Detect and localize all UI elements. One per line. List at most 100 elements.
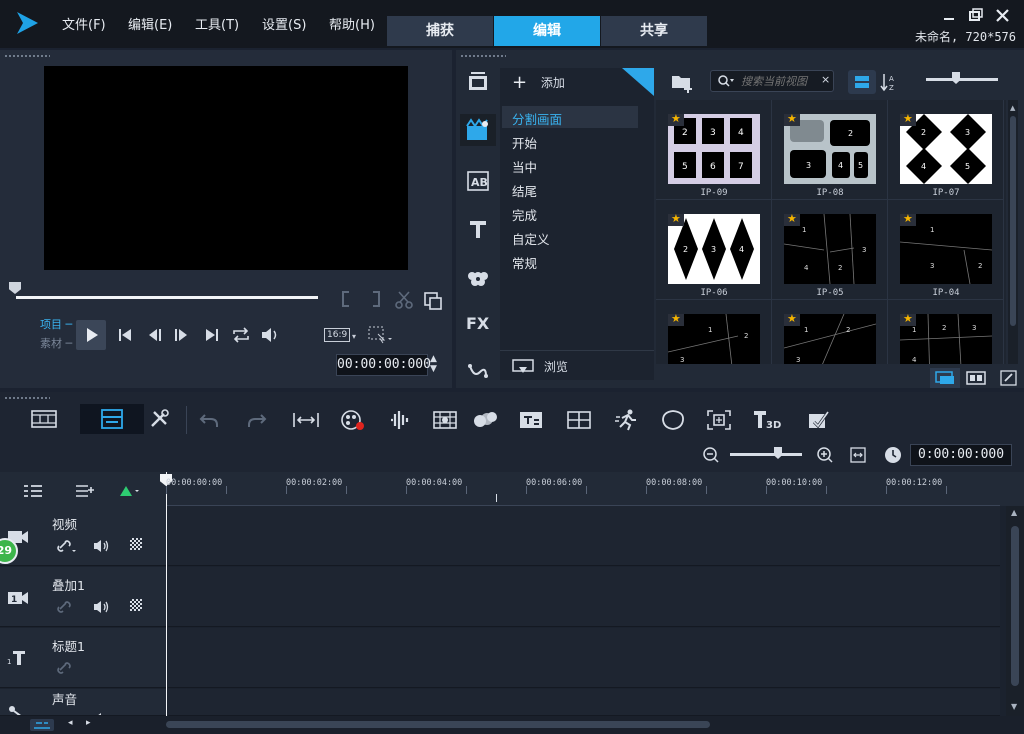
- media-category-button[interactable]: [466, 70, 490, 92]
- track-header-video[interactable]: 视频: [0, 506, 166, 566]
- category-item[interactable]: 自定义: [512, 229, 550, 248]
- browse-button[interactable]: 浏览: [512, 358, 568, 375]
- timeline-mode-icon[interactable]: [30, 719, 54, 731]
- transparency-icon[interactable]: [130, 599, 142, 611]
- link-icon[interactable]: [56, 660, 72, 676]
- thumbnail-size-slider[interactable]: [926, 78, 998, 81]
- pan-zoom-button[interactable]: [706, 408, 732, 432]
- search-input[interactable]: [741, 73, 819, 89]
- auto-music-button[interactable]: [432, 408, 458, 432]
- tab-edit[interactable]: 编辑: [494, 16, 600, 46]
- motion-tracking-button[interactable]: [472, 408, 498, 432]
- filter-fx-category-button[interactable]: FX: [466, 314, 489, 333]
- storyboard-view-button[interactable]: [30, 408, 58, 430]
- category-item[interactable]: 开始: [512, 133, 537, 152]
- thumbnail-item[interactable]: 1 2 3 4: [888, 300, 1004, 364]
- enlarge-preview-icon[interactable]: [424, 292, 442, 310]
- timeline-vertical-scrollbar[interactable]: ▲ ▼: [1006, 506, 1024, 716]
- record-capture-button[interactable]: [340, 408, 366, 432]
- track-header-voice[interactable]: 声音: [0, 689, 166, 716]
- track-manager-button[interactable]: [22, 484, 44, 498]
- fit-project-button[interactable]: [292, 410, 320, 430]
- zoom-out-button[interactable]: [702, 446, 720, 464]
- timecode-spinner[interactable]: ▲ ▼: [430, 354, 437, 374]
- instant-project-category-button[interactable]: [460, 114, 496, 146]
- thumbnail-item[interactable]: 2 3 4 5 IP-08: [772, 100, 888, 200]
- title-category-button[interactable]: [466, 218, 490, 240]
- track-mute-icon[interactable]: [92, 599, 110, 615]
- repeat-button[interactable]: [231, 326, 251, 344]
- graphics-category-button[interactable]: [466, 266, 490, 288]
- category-item[interactable]: 分割画面: [512, 109, 562, 128]
- aspect-ratio-button[interactable]: 16:9: [324, 328, 351, 342]
- tab-share[interactable]: 共享: [601, 16, 707, 46]
- undo-button[interactable]: [198, 410, 220, 430]
- speed-button[interactable]: [614, 408, 640, 432]
- fit-timeline-button[interactable]: [850, 447, 866, 463]
- category-item[interactable]: 结尾: [512, 181, 537, 200]
- redo-button[interactable]: [246, 410, 268, 430]
- search-box[interactable]: ×: [710, 70, 834, 92]
- scroll-left-icon[interactable]: ◂: [68, 718, 73, 728]
- zoom-slider[interactable]: [730, 453, 802, 456]
- timeline-ruler[interactable]: 00:00:00:00 00:00:02:00 00:00:04:00 00:0…: [160, 472, 1000, 506]
- compare-split-screen-button[interactable]: [806, 408, 832, 432]
- link-icon[interactable]: [56, 538, 78, 554]
- sound-mixer-button[interactable]: [388, 408, 412, 432]
- menu-file[interactable]: 文件(F): [62, 14, 106, 33]
- zoom-in-button[interactable]: [816, 446, 834, 464]
- transparency-icon[interactable]: [130, 538, 142, 550]
- track-header-overlay[interactable]: 1 叠加1: [0, 567, 166, 627]
- scroll-right-icon[interactable]: ▸: [86, 718, 91, 728]
- scissors-icon[interactable]: [394, 290, 414, 310]
- end-button[interactable]: [203, 326, 221, 344]
- track-lane-overlay[interactable]: [168, 567, 1000, 627]
- ripple-edit-button[interactable]: [118, 484, 140, 498]
- volume-button[interactable]: [260, 326, 280, 344]
- category-item[interactable]: 常规: [512, 253, 537, 272]
- menu-edit[interactable]: 编辑(E): [128, 14, 172, 33]
- track-lane-title[interactable]: [168, 628, 1000, 688]
- add-remove-chapter-button[interactable]: [74, 484, 96, 498]
- close-icon[interactable]: [996, 9, 1009, 22]
- timeline-view-button[interactable]: [80, 404, 144, 434]
- scrollbar-thumb[interactable]: [1011, 526, 1019, 686]
- panel-grip[interactable]: [460, 54, 506, 58]
- library-view-button[interactable]: [930, 368, 960, 388]
- thumbnail-size-handle[interactable]: [952, 72, 960, 84]
- import-folder-button[interactable]: [670, 72, 694, 94]
- link-icon[interactable]: [56, 599, 72, 615]
- track-header-title[interactable]: 1 标题1: [0, 628, 166, 688]
- scroll-up-icon[interactable]: ▲: [1011, 508, 1017, 517]
- scrubber-track[interactable]: [16, 296, 318, 299]
- path-category-button[interactable]: [466, 360, 490, 382]
- previous-frame-button[interactable]: [146, 326, 164, 344]
- mark-in-icon[interactable]: [340, 290, 352, 308]
- mask-creator-button[interactable]: [660, 408, 686, 432]
- safe-area-button[interactable]: [368, 326, 394, 344]
- thumbnail-item[interactable]: 1 2 3: [772, 300, 888, 364]
- multi-camera-button[interactable]: [566, 408, 592, 432]
- 3d-title-button[interactable]: 3D: [752, 408, 784, 432]
- add-button[interactable]: + 添加: [512, 72, 565, 93]
- scrubber-handle[interactable]: [9, 282, 21, 294]
- mark-out-icon[interactable]: [370, 290, 382, 308]
- track-lane-voice[interactable]: [168, 689, 1000, 716]
- scroll-down-icon[interactable]: ▼: [1011, 702, 1017, 711]
- menu-help[interactable]: 帮助(H): [329, 14, 375, 33]
- menu-tools[interactable]: 工具(T): [195, 14, 239, 33]
- thumbnail-item[interactable]: 2 3 4 5 6 7 IP-09: [656, 100, 772, 200]
- thumbnail-item[interactable]: 2 3 4 5 IP-07: [888, 100, 1004, 200]
- tools-button[interactable]: [148, 408, 172, 430]
- thumbnail-item[interactable]: 1 4 2 3 IP-05: [772, 200, 888, 300]
- panel-grip[interactable]: [4, 396, 50, 400]
- restore-icon[interactable]: [969, 8, 983, 21]
- play-button[interactable]: [76, 320, 106, 350]
- track-lane-video[interactable]: [168, 506, 1000, 566]
- view-list-button[interactable]: [848, 70, 876, 94]
- transition-category-button[interactable]: AB: [466, 170, 490, 192]
- aspect-dropdown-icon[interactable]: ▾: [352, 332, 356, 341]
- mode-project[interactable]: 项目 ─: [40, 316, 72, 332]
- panel-grip[interactable]: [4, 54, 50, 58]
- thumbnail-item[interactable]: 1 3 2 IP-04: [888, 200, 1004, 300]
